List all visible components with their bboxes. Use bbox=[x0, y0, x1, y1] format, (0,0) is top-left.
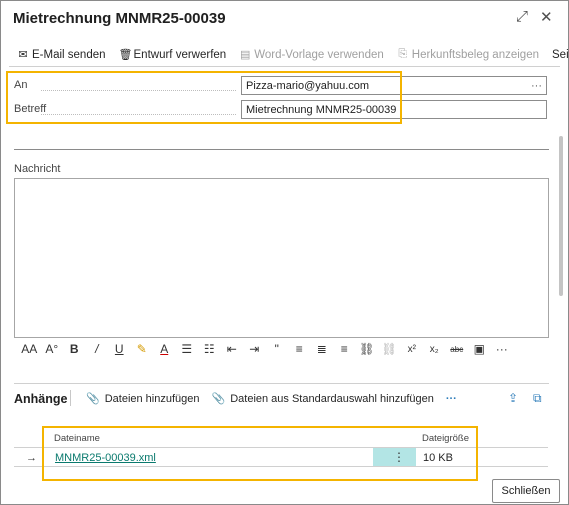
strikethrough-icon[interactable]: abc bbox=[446, 345, 469, 354]
row-arrow-icon: → bbox=[26, 452, 37, 464]
add-files-button[interactable]: 📎 Dateien hinzufügen bbox=[86, 392, 200, 406]
outdent-icon[interactable]: ⇤ bbox=[221, 342, 244, 356]
to-leader bbox=[41, 89, 236, 91]
font-style-icon[interactable]: A° bbox=[41, 342, 64, 356]
add-from-default-button[interactable]: 📎 Dateien aus Standardauswahl hinzufügen bbox=[211, 392, 434, 406]
trash-icon: 🗑 bbox=[118, 49, 133, 61]
align-left-icon[interactable]: ≡ bbox=[288, 342, 311, 356]
message-editor[interactable] bbox=[14, 178, 549, 338]
close-icon[interactable]: ✕ bbox=[540, 8, 553, 26]
message-label: Nachricht bbox=[14, 163, 61, 175]
send-email-button[interactable]: ✉ E-Mail senden bbox=[17, 48, 105, 62]
grid-row-divider bbox=[14, 466, 548, 467]
bold-icon[interactable]: B bbox=[63, 342, 86, 356]
attachment-filename-link[interactable]: MNMR25-00039.xml bbox=[55, 452, 156, 464]
page-button[interactable]: Seite bbox=[552, 48, 569, 61]
close-button[interactable]: Schließen bbox=[492, 479, 560, 503]
align-center-icon[interactable]: ≣ bbox=[311, 342, 334, 356]
paperclip-icon: 📎 bbox=[211, 393, 226, 405]
word-template-button[interactable]: ▤ Word-Vorlage verwenden bbox=[239, 48, 384, 62]
expand-icon[interactable]: ⤢ bbox=[516, 8, 528, 25]
font-size-icon[interactable]: AA bbox=[18, 342, 41, 356]
indent-icon[interactable]: ⇥ bbox=[243, 342, 266, 356]
subject-leader bbox=[41, 113, 236, 115]
subject-value: Mietrechnung MNMR25-00039 bbox=[246, 104, 397, 116]
fields-divider bbox=[14, 149, 549, 150]
column-header-filename[interactable]: Dateiname bbox=[54, 433, 100, 444]
attachments-more-button[interactable]: ··· bbox=[446, 393, 457, 405]
document-icon: ▤ bbox=[240, 49, 251, 61]
share-icon[interactable]: ⇪ bbox=[508, 391, 518, 405]
numbered-list-icon[interactable]: ☷ bbox=[198, 342, 221, 356]
underline-icon[interactable]: U bbox=[108, 342, 131, 356]
discard-draft-button[interactable]: 🗑 Entwurf verwerfen bbox=[118, 48, 227, 62]
image-icon[interactable]: ▣ bbox=[468, 342, 491, 356]
align-right-icon[interactable]: ≡ bbox=[333, 342, 356, 356]
attachment-size: 10 KB bbox=[423, 452, 453, 464]
attachments-title: Anhänge bbox=[14, 392, 68, 406]
subject-field[interactable]: Mietrechnung MNMR25-00039 bbox=[241, 100, 547, 119]
more-format-icon[interactable]: ··· bbox=[491, 342, 514, 356]
to-lookup-button[interactable]: ··· bbox=[531, 77, 542, 96]
bullet-list-icon[interactable]: ☰ bbox=[176, 342, 199, 356]
link-icon[interactable]: ⛓ bbox=[356, 342, 379, 356]
attachments-divider bbox=[14, 383, 549, 384]
to-value: Pizza-mario@yahuu.com bbox=[246, 80, 370, 92]
open-in-window-icon[interactable]: ⧉ bbox=[533, 391, 542, 406]
attachments-actions: 📎 Dateien hinzufügen 📎 Dateien aus Stand… bbox=[86, 392, 457, 406]
email-dialog: Mietrechnung MNMR25-00039 ⤢ ✕ ✉ E-Mail s… bbox=[0, 0, 569, 505]
unlink-icon[interactable]: ⛓ bbox=[378, 342, 401, 356]
scrollbar-thumb[interactable] bbox=[559, 136, 563, 296]
document-link-icon: ⎘ bbox=[398, 48, 408, 60]
action-toolbar: ✉ E-Mail senden 🗑 Entwurf verwerfen ▤ Wo… bbox=[17, 48, 569, 61]
superscript-icon[interactable]: x² bbox=[401, 344, 424, 355]
italic-icon[interactable]: / bbox=[86, 342, 109, 356]
column-header-filesize[interactable]: Dateigröße bbox=[422, 433, 469, 444]
quote-icon[interactable]: " bbox=[266, 342, 289, 356]
paperclip-icon: 📎 bbox=[86, 393, 100, 405]
show-source-doc-button[interactable]: ⎘ Herkunftsbeleg anzeigen bbox=[397, 48, 539, 61]
row-actions-icon[interactable]: ⋮ bbox=[393, 450, 405, 464]
to-field[interactable]: Pizza-mario@yahuu.com ··· bbox=[241, 76, 547, 95]
font-color-icon[interactable]: A bbox=[153, 342, 176, 356]
email-send-icon: ✉ bbox=[18, 49, 28, 61]
attachments-separator bbox=[70, 390, 71, 406]
dialog-title: Mietrechnung MNMR25-00039 bbox=[13, 10, 226, 27]
grid-header-divider bbox=[14, 447, 548, 448]
subscript-icon[interactable]: x₂ bbox=[423, 344, 446, 355]
highlight-icon[interactable]: ✎ bbox=[131, 342, 154, 356]
to-label: An bbox=[14, 79, 28, 91]
format-toolbar: AA A° B / U ✎ A ☰ ☷ ⇤ ⇥ " ≡ ≣ ≡ ⛓ ⛓ x² x… bbox=[18, 342, 513, 356]
toolbar-divider bbox=[9, 66, 560, 67]
